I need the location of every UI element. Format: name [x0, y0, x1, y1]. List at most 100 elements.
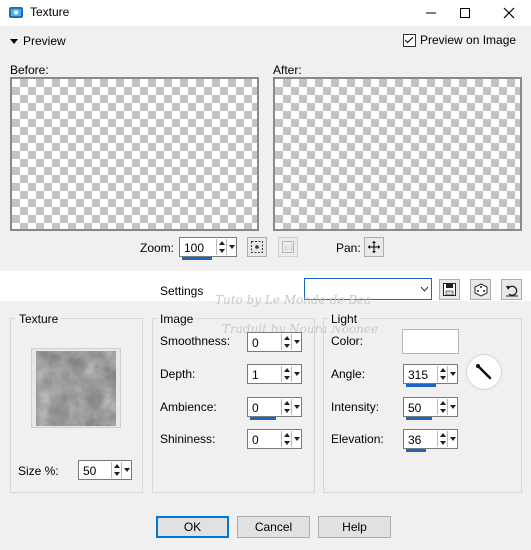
ambience-arrows[interactable]: [281, 399, 291, 415]
minimize-button[interactable]: [414, 0, 448, 26]
dropdown-icon: [293, 437, 300, 441]
depth-value: 1: [252, 368, 259, 382]
smoothness-dropdown[interactable]: [291, 334, 301, 350]
arrow-down-icon: [439, 441, 446, 445]
angle-arrows[interactable]: [437, 366, 447, 382]
minimize-icon: [426, 12, 436, 14]
zoom-fit-button[interactable]: [247, 237, 267, 257]
dropdown-icon: [449, 405, 456, 409]
smoothness-arrows[interactable]: [281, 334, 291, 350]
arrow-up-icon: [439, 401, 446, 405]
light-color-swatch[interactable]: [402, 329, 459, 354]
texture-swatch-image: [36, 351, 116, 426]
maximize-button[interactable]: [448, 0, 482, 26]
arrow-down-icon: [218, 249, 225, 253]
save-preset-button[interactable]: [439, 279, 460, 300]
size-value: 50: [83, 464, 97, 478]
before-label: Before:: [10, 63, 49, 77]
intensity-dropdown[interactable]: [447, 399, 457, 415]
pan-button[interactable]: [364, 237, 384, 257]
zoom-underline: [182, 257, 212, 260]
ambience-value: 0: [252, 401, 259, 415]
preview-on-image-checkbox[interactable]: Preview on Image: [403, 33, 516, 47]
arrow-up-icon: [283, 336, 290, 340]
elevation-dropdown[interactable]: [447, 431, 457, 447]
cancel-button[interactable]: Cancel: [237, 516, 310, 538]
ambience-dropdown[interactable]: [291, 399, 301, 415]
dropdown-icon: [293, 405, 300, 409]
arrow-up-icon: [439, 433, 446, 437]
shininess-dropdown[interactable]: [291, 431, 301, 447]
size-label: Size %:: [18, 464, 59, 478]
texture-group-label: Texture: [16, 312, 62, 326]
dropdown-icon: [123, 468, 130, 472]
intensity-arrows[interactable]: [437, 399, 447, 415]
angle-value: 315: [408, 368, 429, 382]
angle-label: Angle:: [331, 367, 366, 381]
arrow-up-icon: [283, 433, 290, 437]
depth-spinner[interactable]: 1: [247, 364, 302, 384]
pan-label: Pan:: [336, 241, 361, 255]
ok-button[interactable]: OK: [156, 516, 229, 538]
depth-dropdown[interactable]: [291, 366, 301, 382]
window-title: Texture: [30, 5, 70, 19]
arrow-up-icon: [283, 368, 290, 372]
arrow-down-icon: [283, 376, 290, 380]
dropdown-icon: [449, 372, 456, 376]
before-preview[interactable]: [10, 77, 259, 231]
arrow-down-icon: [283, 409, 290, 413]
angle-dial[interactable]: [466, 354, 502, 390]
angle-dropdown[interactable]: [447, 366, 457, 382]
after-preview[interactable]: [273, 77, 522, 231]
smoothness-label: Smoothness:: [160, 334, 231, 348]
zoom-label: Zoom:: [140, 241, 175, 255]
image-group-label: Image: [157, 312, 197, 326]
reset-button[interactable]: [501, 279, 522, 300]
light-group-label: Light: [328, 312, 361, 326]
shininess-label: Shininess:: [160, 432, 216, 446]
maximize-icon: [460, 8, 470, 18]
shininess-arrows[interactable]: [281, 431, 291, 447]
depth-arrows[interactable]: [281, 366, 291, 382]
settings-label: Settings: [160, 284, 204, 298]
depth-label: Depth:: [160, 367, 196, 381]
intensity-spinner[interactable]: 50: [403, 397, 458, 420]
zoom-dropdown[interactable]: [226, 239, 236, 255]
dropdown-icon: [228, 245, 235, 249]
svg-text:1:1: 1:1: [284, 245, 294, 252]
close-button[interactable]: [492, 0, 526, 26]
randomize-button[interactable]: [470, 279, 491, 300]
watermark-line1: Tuto by Le Monde de Bea: [215, 293, 372, 307]
ambience-underline: [250, 417, 276, 420]
texture-swatch-button[interactable]: [31, 348, 121, 428]
arrow-down-icon: [113, 472, 120, 476]
angle-spinner[interactable]: 315: [403, 364, 458, 387]
after-label: After:: [273, 63, 302, 77]
arrow-down-icon: [283, 441, 290, 445]
size-spinner[interactable]: 50: [78, 460, 132, 480]
dice-icon: [474, 282, 487, 297]
smoothness-value: 0: [252, 336, 259, 350]
zoom-arrows[interactable]: [216, 239, 226, 255]
arrow-up-icon: [113, 464, 120, 468]
zoom-actual-icon: 1:1: [282, 241, 294, 253]
help-button[interactable]: Help: [318, 516, 391, 538]
size-dropdown[interactable]: [121, 462, 131, 478]
arrow-down-icon: [283, 344, 290, 348]
elevation-spinner[interactable]: 36: [403, 429, 458, 452]
preview-toggle[interactable]: Preview: [10, 34, 66, 48]
ambience-spinner[interactable]: 0: [247, 397, 302, 420]
close-icon: [503, 7, 515, 19]
size-arrows[interactable]: [111, 462, 121, 478]
checkbox-checked-icon: [403, 33, 416, 47]
zoom-spinner[interactable]: 100: [179, 237, 237, 260]
shininess-spinner[interactable]: 0: [247, 429, 302, 449]
elevation-arrows[interactable]: [437, 431, 447, 447]
intensity-label: Intensity:: [331, 400, 380, 414]
preview-toggle-label: Preview: [23, 34, 66, 48]
smoothness-spinner[interactable]: 0: [247, 332, 302, 352]
elevation-underline: [406, 449, 426, 452]
elevation-label: Elevation:: [331, 432, 384, 446]
intensity-underline: [406, 417, 432, 420]
zoom-actual-button[interactable]: 1:1: [278, 237, 298, 257]
